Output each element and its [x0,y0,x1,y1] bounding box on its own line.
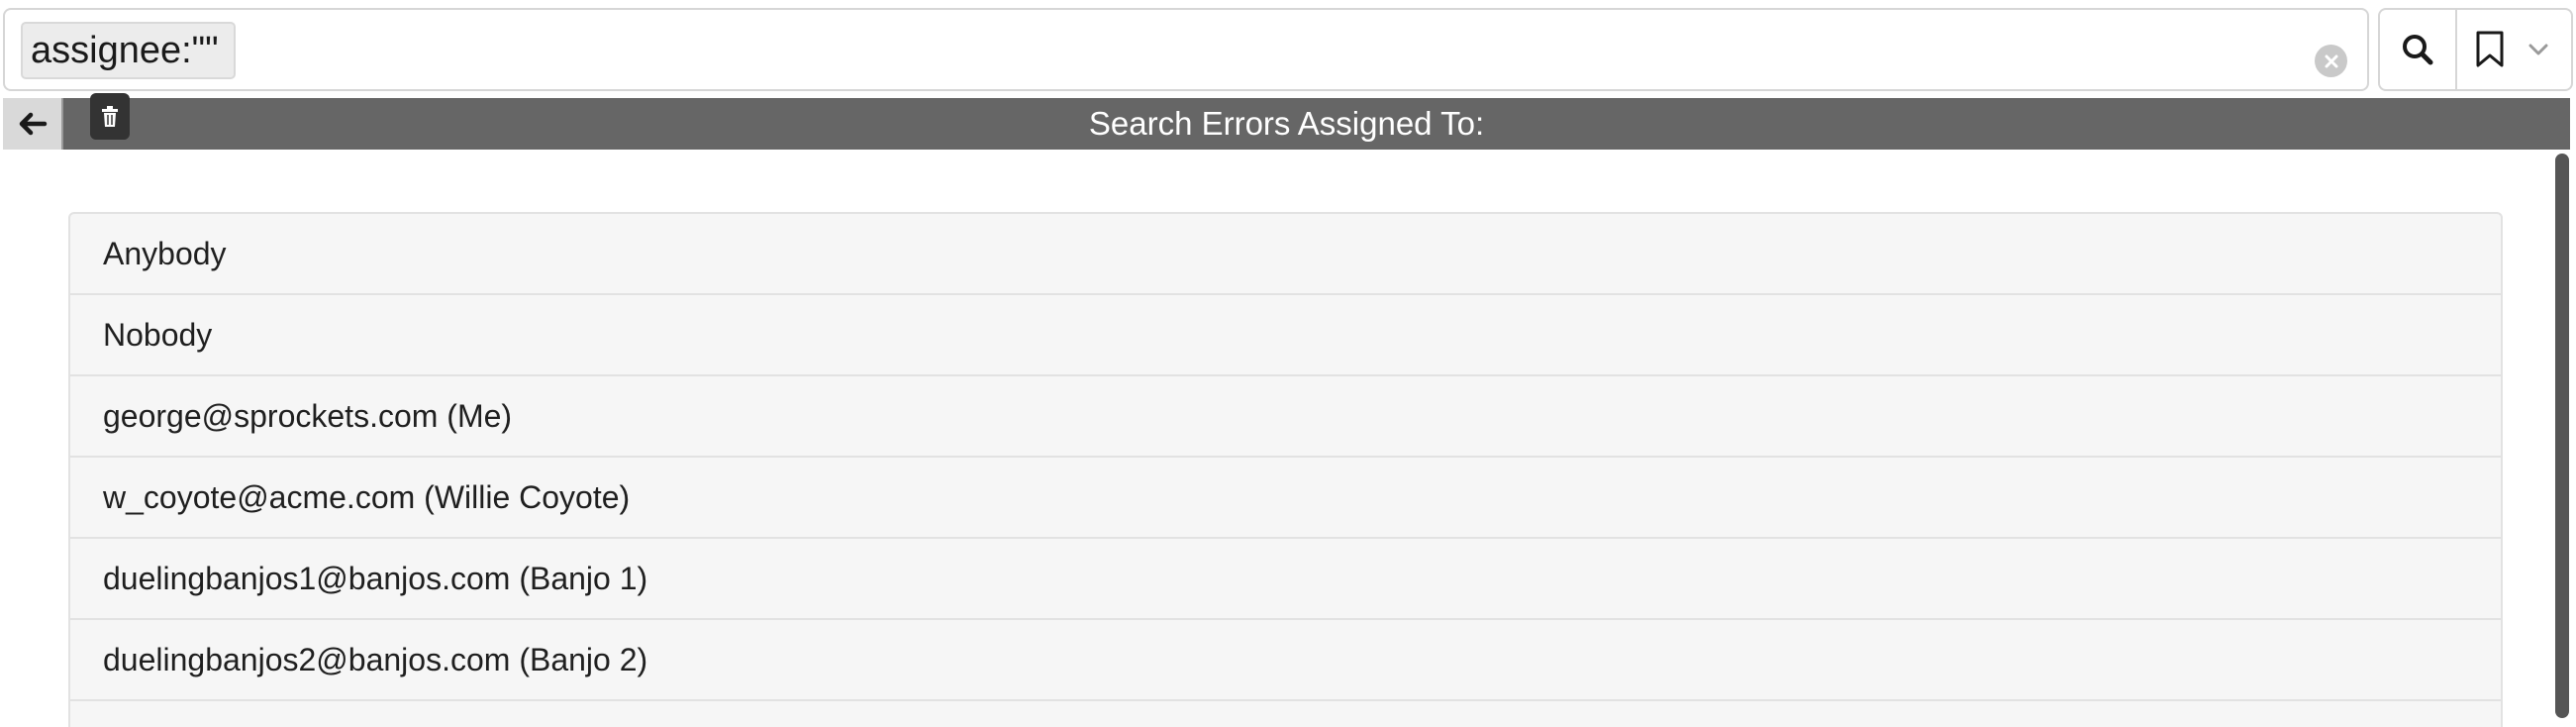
clear-circle-icon [2325,54,2337,67]
trash-icon [102,105,118,127]
clear-search-button[interactable] [2315,45,2347,77]
search-actions [2378,8,2573,91]
list-item-banjo-2[interactable]: duelingbanjos2@banjos.com (Banjo 2) [70,620,2501,701]
delete-token-button[interactable] [90,93,130,140]
list-item-willie-coyote[interactable]: w_coyote@acme.com (Willie Coyote) [70,458,2501,539]
panel-header: Search Errors Assigned To: [3,98,2570,150]
back-button[interactable] [3,98,63,150]
search-toolbar: assignee:"" [0,0,2576,96]
list-item-banjo-1[interactable]: duelingbanjos1@banjos.com (Banjo 1) [70,539,2501,620]
query-token[interactable]: assignee:"" [21,22,236,79]
list-item-anybody[interactable]: Anybody [70,214,2501,295]
panel-title: Search Errors Assigned To: [1088,105,1485,142]
scrollbar-thumb[interactable] [2555,154,2569,718]
assignee-list: Anybody Nobody george@sprockets.com (Me)… [68,212,2503,727]
arrow-left-icon [19,112,47,136]
list-scrollbar[interactable] [2554,152,2570,718]
search-button[interactable] [2380,10,2457,89]
search-field[interactable]: assignee:"" [3,8,2369,91]
bookmark-icon [2476,31,2504,67]
list-item-nobody[interactable]: Nobody [70,295,2501,376]
list-item-george[interactable]: george@sprockets.com (Me) [70,376,2501,458]
search-icon [2403,35,2433,65]
bookmark-dropdown-button[interactable] [2457,10,2571,89]
chevron-down-icon [2528,44,2548,55]
